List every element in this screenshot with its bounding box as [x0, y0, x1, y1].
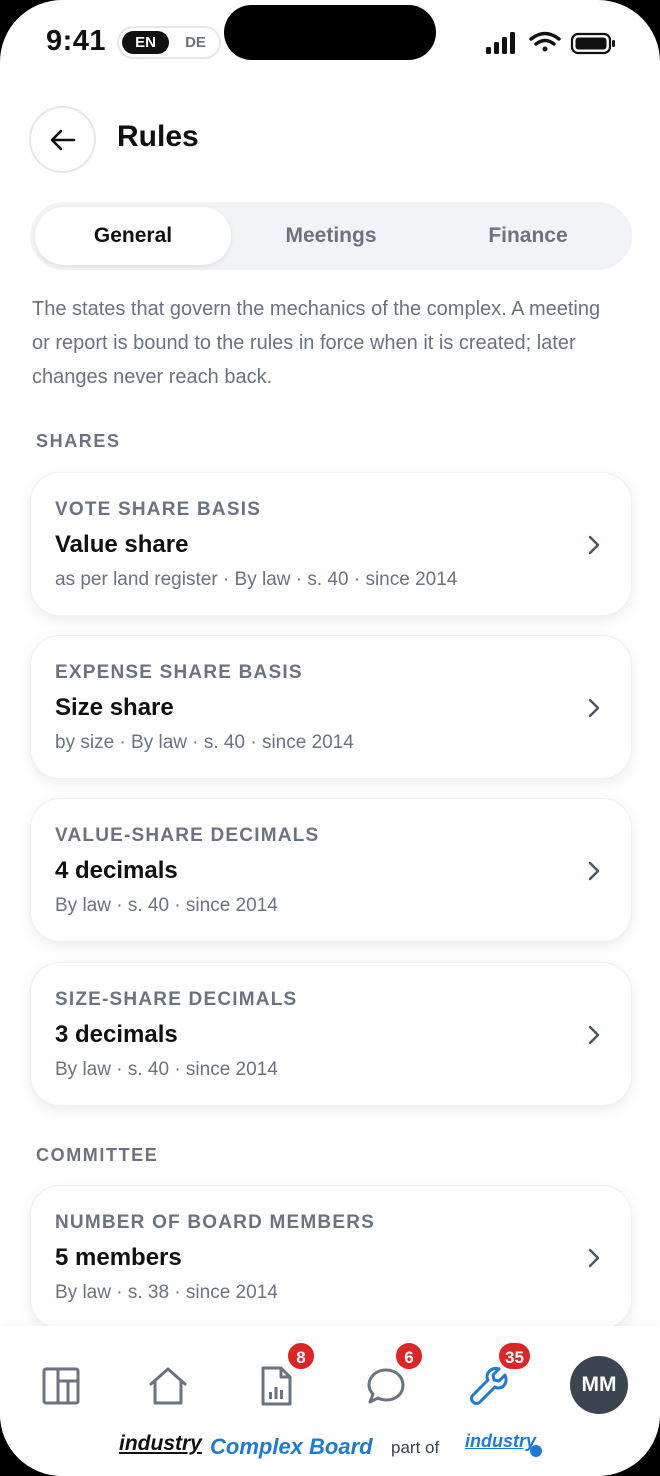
rule-card-board-members[interactable]: NUMBER OF BOARD MEMBERS 5 members By law…: [30, 1185, 632, 1329]
chat-badge: 6: [394, 1341, 424, 1371]
rule-value: Size share: [55, 694, 174, 721]
rule-value: Value share: [55, 531, 189, 558]
nav-home[interactable]: [138, 1356, 198, 1416]
tab-bar: General Meetings Finance: [30, 202, 632, 270]
tools-badge: 35: [497, 1341, 532, 1371]
tab-meetings[interactable]: Meetings: [233, 207, 429, 265]
page-title: Rules: [117, 120, 199, 153]
chevron-right-icon: [588, 698, 600, 718]
tab-finance[interactable]: Finance: [430, 207, 626, 265]
avatar[interactable]: MM: [570, 1356, 628, 1414]
battery-icon: [570, 32, 615, 55]
tab-general[interactable]: General: [35, 207, 231, 265]
status-icons: [486, 31, 615, 55]
bottom-nav: 8 6 35 MM industry Complex Board part of…: [0, 1326, 660, 1476]
rule-card-size-share-decimals[interactable]: SIZE-SHARE DECIMALS 3 decimals By law · …: [30, 962, 632, 1106]
section-header-committee: COMMITTEE: [36, 1145, 159, 1165]
nav-dashboard[interactable]: [31, 1356, 91, 1416]
rule-meta: by size · By law · s. 40 · since 2014: [55, 732, 354, 753]
nav-tools[interactable]: 35: [459, 1341, 532, 1416]
language-toggle[interactable]: EN DE: [117, 26, 221, 59]
status-time: 9:41: [46, 25, 107, 57]
chevron-right-icon: [588, 1248, 600, 1268]
rule-label: EXPENSE SHARE BASIS: [55, 662, 303, 683]
rule-meta: By law · s. 40 · since 2014: [55, 895, 278, 916]
chevron-right-icon: [588, 1025, 600, 1045]
dashboard-icon: [42, 1367, 80, 1405]
product-name: Complex Board: [210, 1434, 373, 1459]
rule-label: VALUE-SHARE DECIMALS: [55, 825, 320, 846]
rule-label: NUMBER OF BOARD MEMBERS: [55, 1212, 375, 1233]
signal-icon: [486, 32, 515, 54]
parent-brand-logo: industry: [465, 1431, 537, 1451]
chevron-right-icon: [588, 861, 600, 881]
reports-badge: 8: [286, 1341, 316, 1371]
footer-branding: industry Complex Board part of industry: [0, 1430, 660, 1462]
wifi-icon: [529, 31, 561, 52]
rule-meta: By law · s. 38 · since 2014: [55, 1282, 278, 1303]
lang-de-option[interactable]: DE: [174, 31, 217, 54]
nav-chat[interactable]: 6: [356, 1341, 424, 1416]
rule-label: VOTE SHARE BASIS: [55, 499, 262, 520]
report-icon: [261, 1366, 292, 1406]
intro-text: The states that govern the mechanics of …: [32, 298, 601, 388]
brand-dot: [530, 1445, 542, 1457]
part-of-label: part of: [391, 1438, 440, 1457]
status-bar: 9:41 EN DE: [0, 0, 660, 84]
phone-screen: 9:41 EN DE Rules General Meetings Financ…: [0, 0, 660, 1476]
brand-logo: industry: [119, 1432, 202, 1455]
section-header-shares: SHARES: [36, 431, 121, 451]
chevron-right-icon: [588, 535, 600, 555]
rule-value: 4 decimals: [55, 857, 178, 884]
rule-card-value-share-decimals[interactable]: VALUE-SHARE DECIMALS 4 decimals By law ·…: [30, 798, 632, 942]
rule-label: SIZE-SHARE DECIMALS: [55, 989, 298, 1010]
nav-reports[interactable]: 8: [246, 1341, 316, 1416]
wrench-icon: [470, 1367, 508, 1405]
rule-card-vote-share-basis[interactable]: VOTE SHARE BASIS Value share as per land…: [30, 472, 632, 616]
rule-value: 3 decimals: [55, 1021, 178, 1048]
chat-icon: [367, 1368, 405, 1404]
lang-en-option[interactable]: EN: [122, 31, 169, 54]
dynamic-island: [224, 5, 436, 60]
arrow-left-icon: [50, 129, 75, 150]
rule-value: 5 members: [55, 1244, 182, 1271]
rule-meta: as per land register · By law · s. 40 · …: [55, 569, 458, 590]
rule-card-expense-share-basis[interactable]: EXPENSE SHARE BASIS Size share by size ·…: [30, 635, 632, 779]
home-icon: [149, 1367, 187, 1405]
back-button[interactable]: [29, 106, 96, 173]
rule-meta: By law · s. 40 · since 2014: [55, 1059, 278, 1080]
